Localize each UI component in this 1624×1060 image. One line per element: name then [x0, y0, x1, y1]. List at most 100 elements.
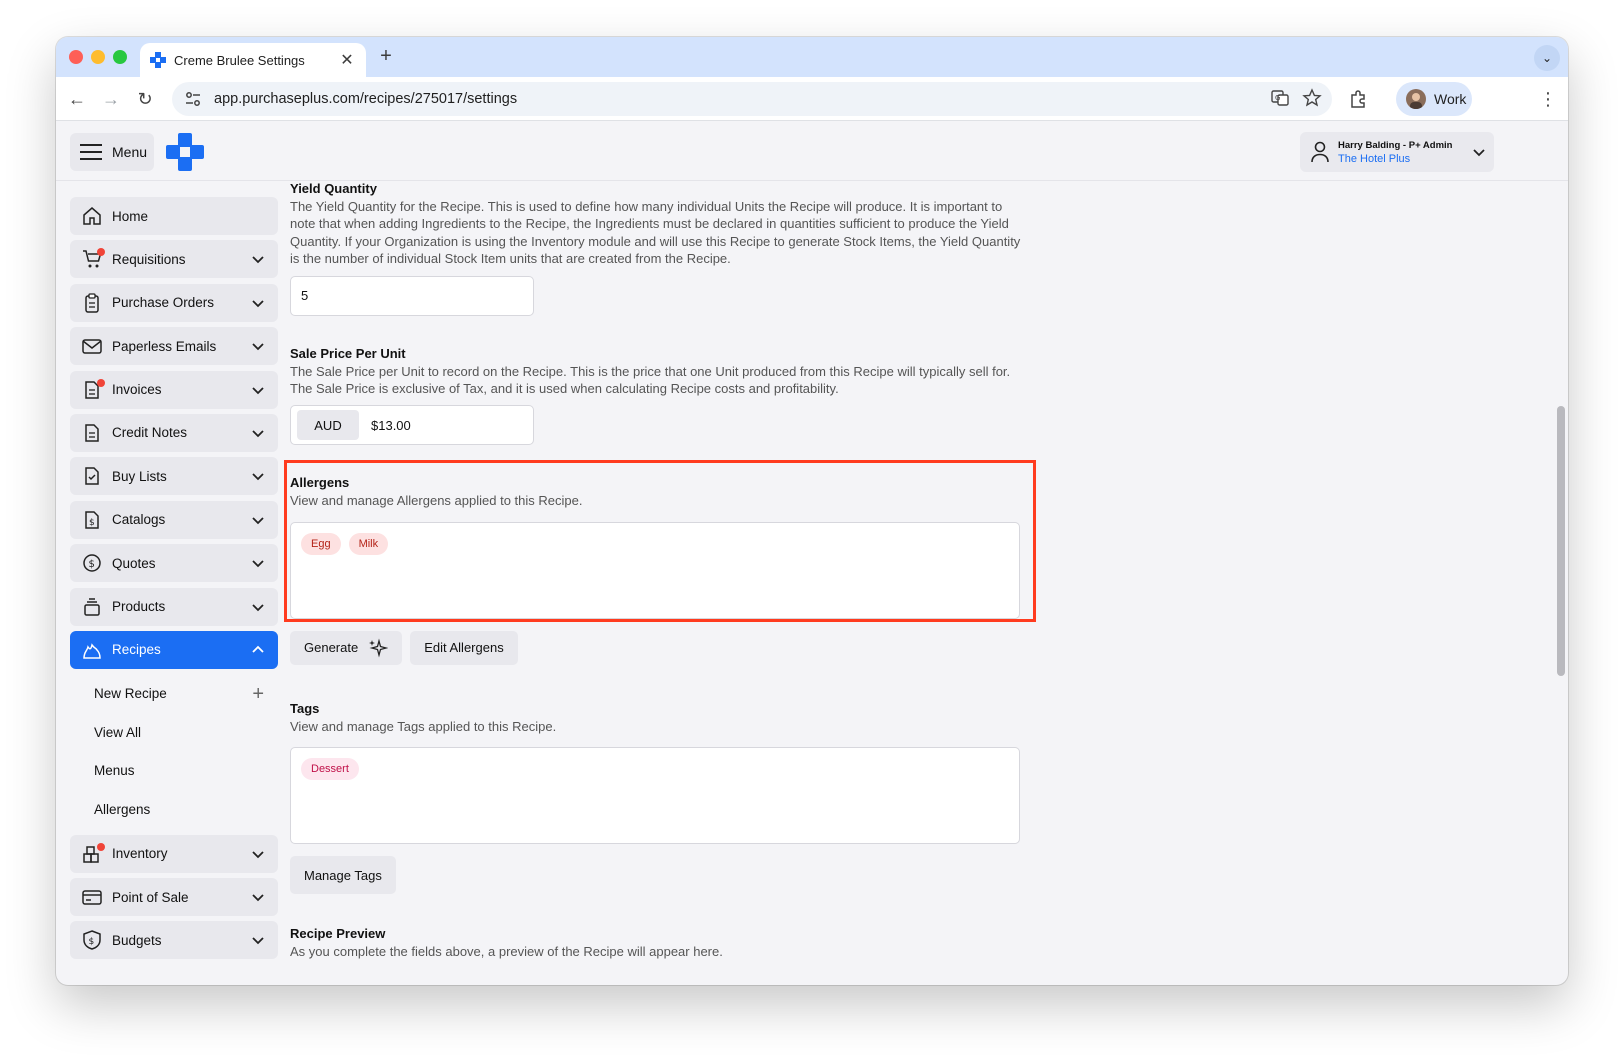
tab-title: Creme Brulee Settings	[174, 52, 305, 68]
section-description: The Yield Quantity for the Recipe. This …	[290, 199, 1021, 267]
tab-search-button[interactable]: ⌄	[1534, 45, 1560, 71]
input-value: 5	[301, 288, 309, 304]
chevron-down-icon	[252, 343, 264, 351]
currency-selector[interactable]: AUD	[297, 410, 359, 441]
sidebar-item-label: Quotes	[112, 555, 156, 571]
chevron-down-icon	[252, 851, 264, 858]
maximize-window-button[interactable]	[113, 50, 127, 64]
sidebar-item-label: Budgets	[112, 932, 162, 948]
sidebar-item-buy-lists[interactable]: Buy Lists	[70, 457, 278, 496]
browser-window: Creme Brulee Settings ✕ + ⌄ ← → ↻ app.pu…	[56, 37, 1568, 985]
chevron-down-icon	[252, 560, 264, 568]
reload-icon[interactable]: ↻	[132, 86, 158, 112]
sale-price-section: Sale Price Per Unit The Sale Price per U…	[290, 346, 1030, 446]
browser-toolbar: ← → ↻ app.purchaseplus.com/recipes/27501…	[56, 77, 1568, 121]
sidebar-subitem-label: View All	[94, 724, 142, 740]
generate-allergens-button[interactable]: Generate	[290, 630, 403, 665]
chevron-down-icon	[252, 473, 264, 481]
browser-menu-icon[interactable]: ⋮	[1538, 86, 1558, 112]
button-label: Edit Allergens	[424, 640, 504, 656]
hamburger-icon	[80, 144, 102, 160]
sidebar-subitem-view-all[interactable]: View All	[70, 713, 278, 752]
section-title: Recipe Preview	[290, 926, 386, 942]
sidebar-subitem-new-recipe[interactable]: New Recipe +	[70, 674, 278, 713]
chevron-down-icon	[252, 300, 264, 308]
input-value: $13.00	[371, 417, 411, 433]
document-icon	[85, 424, 99, 442]
sidebar-item-point-of-sale[interactable]: Point of Sale	[70, 878, 278, 917]
chevron-down-icon	[252, 894, 264, 902]
sidebar-item-label: Catalogs	[112, 512, 166, 528]
section-description: View and manage Allergens applied to thi…	[290, 493, 583, 509]
sidebar-item-budgets[interactable]: $ Budgets	[70, 921, 278, 960]
sidebar-item-inventory[interactable]: Inventory	[70, 834, 278, 873]
sidebar-item-purchase-orders[interactable]: Purchase Orders	[70, 283, 278, 322]
back-arrow-icon[interactable]: ←	[64, 86, 90, 112]
sidebar-item-label: Point of Sale	[112, 889, 189, 905]
minimize-window-button[interactable]	[91, 50, 105, 64]
browser-tab[interactable]: Creme Brulee Settings ✕	[140, 43, 366, 77]
tab-close-icon[interactable]: ✕	[338, 50, 356, 70]
dollar-circle-icon: $	[83, 554, 101, 572]
sidebar-item-products[interactable]: Products	[70, 587, 278, 626]
notification-badge	[97, 842, 105, 851]
plus-icon[interactable]: +	[252, 683, 264, 706]
extensions-puzzle-icon[interactable]	[1348, 88, 1370, 110]
sidebar-item-credit-notes[interactable]: Credit Notes	[70, 413, 278, 452]
chevron-down-icon	[252, 517, 264, 525]
user-icon	[1311, 141, 1329, 163]
notification-badge	[97, 248, 105, 257]
edit-allergens-button[interactable]: Edit Allergens	[410, 630, 518, 665]
svg-text:G: G	[1275, 94, 1280, 102]
profile-button[interactable]: Work	[1396, 82, 1472, 116]
page-scrollbar[interactable]	[1554, 181, 1568, 985]
translate-icon[interactable]: G	[1270, 88, 1290, 108]
url-text: app.purchaseplus.com/recipes/275017/sett…	[214, 91, 518, 107]
forward-arrow-icon[interactable]: →	[98, 86, 124, 112]
new-tab-button[interactable]: +	[374, 45, 398, 69]
scrollbar-thumb[interactable]	[1557, 406, 1565, 676]
address-bar[interactable]: app.purchaseplus.com/recipes/275017/sett…	[172, 82, 1332, 116]
purchaseplus-logo[interactable]	[166, 133, 204, 171]
sidebar-subitem-allergens[interactable]: Allergens	[70, 790, 278, 829]
sidebar-item-invoices[interactable]: Invoices	[70, 370, 278, 409]
tags-box: Dessert	[290, 747, 1020, 845]
chevron-down-icon	[252, 386, 264, 394]
close-window-button[interactable]	[69, 50, 83, 64]
sidebar-item-requisitions[interactable]: Requisitions	[70, 240, 278, 279]
sidebar-subitem-menus[interactable]: Menus	[70, 751, 278, 790]
manage-tags-button[interactable]: Manage Tags	[290, 856, 396, 895]
chevron-down-icon	[252, 256, 264, 264]
chevron-down-icon	[252, 430, 264, 438]
site-settings-icon[interactable]	[184, 90, 202, 108]
sidebar-item-label: Requisitions	[112, 251, 186, 267]
sale-price-input[interactable]: AUD $13.00	[290, 405, 534, 446]
tab-strip: Creme Brulee Settings ✕ + ⌄	[56, 37, 1568, 77]
yield-quantity-section: Yield Quantity The Yield Quantity for th…	[290, 181, 1030, 316]
sidebar-item-recipes[interactable]: Recipes	[70, 630, 278, 669]
section-title: Tags	[290, 700, 320, 716]
menu-label: Menu	[112, 144, 148, 160]
section-description: As you complete the fields above, a prev…	[290, 944, 723, 960]
user-account-dropdown[interactable]: Harry Balding - P+ Admin The Hotel Plus	[1300, 132, 1494, 172]
sidebar-item-label: Credit Notes	[112, 425, 188, 441]
sidebar-item-home[interactable]: Home	[70, 197, 278, 235]
yield-quantity-input[interactable]: 5	[290, 275, 534, 316]
tags-section: Tags View and manage Tags applied to thi…	[290, 700, 1030, 895]
allergen-pill: Milk	[348, 532, 389, 555]
profile-avatar	[1406, 89, 1426, 109]
clipboard-icon	[85, 293, 99, 313]
svg-text:$: $	[89, 559, 95, 570]
sidebar-item-paperless-emails[interactable]: Paperless Emails	[70, 327, 278, 366]
chevron-up-icon	[252, 645, 264, 653]
section-description: View and manage Tags applied to this Rec…	[290, 718, 557, 734]
button-label: Generate	[304, 640, 359, 656]
menu-button[interactable]: Menu	[70, 133, 154, 171]
sidebar-item-label: Home	[112, 208, 149, 224]
sidebar-item-catalogs[interactable]: $ Catalogs	[70, 500, 278, 539]
chevron-down-icon	[252, 603, 264, 611]
user-organization: The Hotel Plus	[1338, 152, 1411, 165]
bookmark-star-icon[interactable]	[1302, 88, 1322, 108]
section-title: Sale Price Per Unit	[290, 345, 406, 361]
sidebar-item-quotes[interactable]: $ Quotes	[70, 544, 278, 583]
